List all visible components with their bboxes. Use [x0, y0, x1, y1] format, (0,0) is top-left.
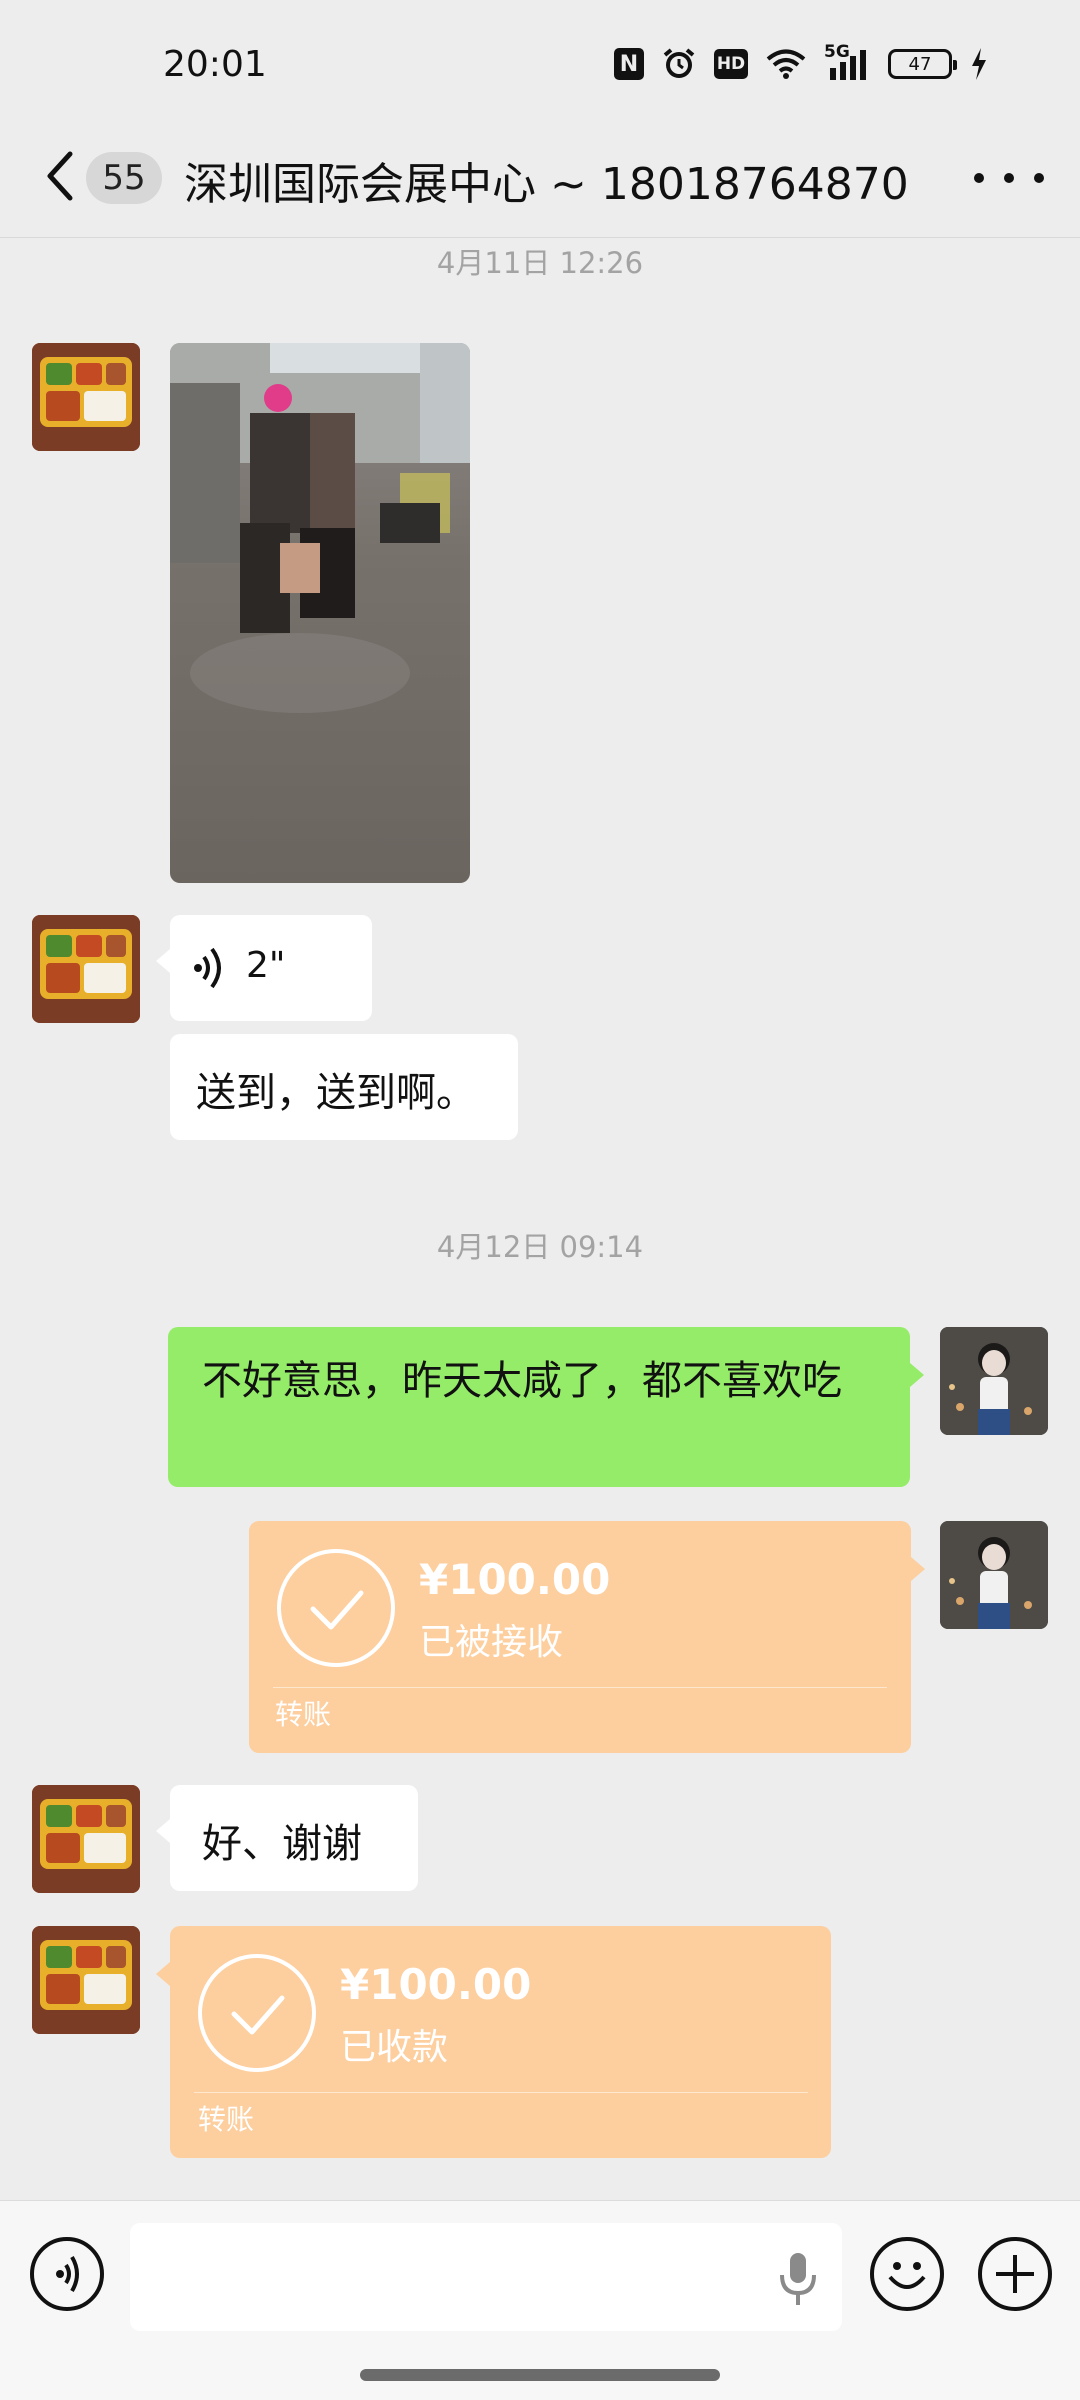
message-timestamp: 4月12日 09:14 [436, 1230, 644, 1264]
transfer-label: 转账 [275, 1698, 332, 1731]
chat-title: 深圳国际会展中心 ~ 18018764870 [184, 159, 909, 210]
check-icon [277, 1549, 395, 1667]
contact-avatar[interactable] [32, 343, 140, 451]
contact-avatar[interactable] [32, 915, 140, 1023]
hd-icon: HD [714, 49, 748, 79]
status-icons: N HD 5G 47 [614, 42, 988, 84]
home-indicator[interactable] [360, 2369, 720, 2381]
nfc-icon: N [614, 48, 644, 80]
battery-level: 47 [908, 53, 932, 75]
contact-avatar[interactable] [32, 1926, 140, 2034]
transfer-amount: ¥100.00 [340, 1960, 532, 2009]
dot-icon [974, 173, 984, 183]
dot-icon [1034, 173, 1044, 183]
alarm-icon [662, 46, 696, 82]
transfer-status: 已收款 [340, 2027, 449, 2068]
back-button[interactable] [40, 146, 80, 206]
emoji-button[interactable] [870, 2237, 944, 2311]
dot-icon [1004, 173, 1014, 183]
transfer-label: 转账 [198, 2103, 255, 2136]
my-avatar[interactable] [940, 1521, 1048, 1629]
status-time: 20:01 [163, 44, 267, 85]
network-label: 5G [824, 42, 850, 62]
message-text: 送到，送到啊。 [196, 1070, 476, 1116]
message-timestamp: 4月11日 12:26 [436, 246, 644, 280]
voice-message[interactable]: 2" [156, 915, 372, 1021]
microphone-icon[interactable] [778, 2251, 818, 2311]
transfer-amount: ¥100.00 [419, 1555, 611, 1604]
image-message[interactable] [170, 343, 470, 883]
wifi-icon [766, 46, 806, 82]
input-toolbar [0, 2200, 1080, 2400]
my-avatar[interactable] [940, 1327, 1048, 1435]
unread-count-badge[interactable]: 55 [86, 152, 162, 204]
voice-wave-icon [192, 945, 226, 1001]
add-attachment-button[interactable] [978, 2237, 1052, 2311]
more-options-button[interactable] [974, 158, 1044, 198]
divider [273, 1687, 887, 1688]
message-input[interactable] [130, 2223, 842, 2331]
message-text: 不好意思，昨天太咸了，都不喜欢吃 [202, 1358, 842, 1404]
transfer-card[interactable]: ¥100.00 已被接收 转账 [249, 1521, 925, 1753]
voice-input-button[interactable] [30, 2237, 104, 2311]
message-text: 好、谢谢 [202, 1821, 362, 1867]
check-icon [198, 1954, 316, 2072]
battery-icon: 47 [888, 49, 957, 79]
received-message[interactable]: 送到，送到啊。 [170, 1034, 518, 1140]
sent-message[interactable]: 不好意思，昨天太咸了，都不喜欢吃 [168, 1327, 924, 1487]
signal-5g-icon: 5G [824, 42, 870, 82]
chat-header: 55 深圳国际会展中心 ~ 18018764870 [0, 118, 1080, 238]
contact-avatar[interactable] [32, 1785, 140, 1893]
received-message[interactable]: 好、谢谢 [156, 1785, 418, 1891]
transfer-card[interactable]: ¥100.00 已收款 转账 [156, 1926, 831, 2158]
voice-duration: 2" [246, 945, 286, 986]
charging-icon [970, 46, 988, 82]
divider [194, 2092, 808, 2093]
transfer-status: 已被接收 [419, 1622, 564, 1663]
